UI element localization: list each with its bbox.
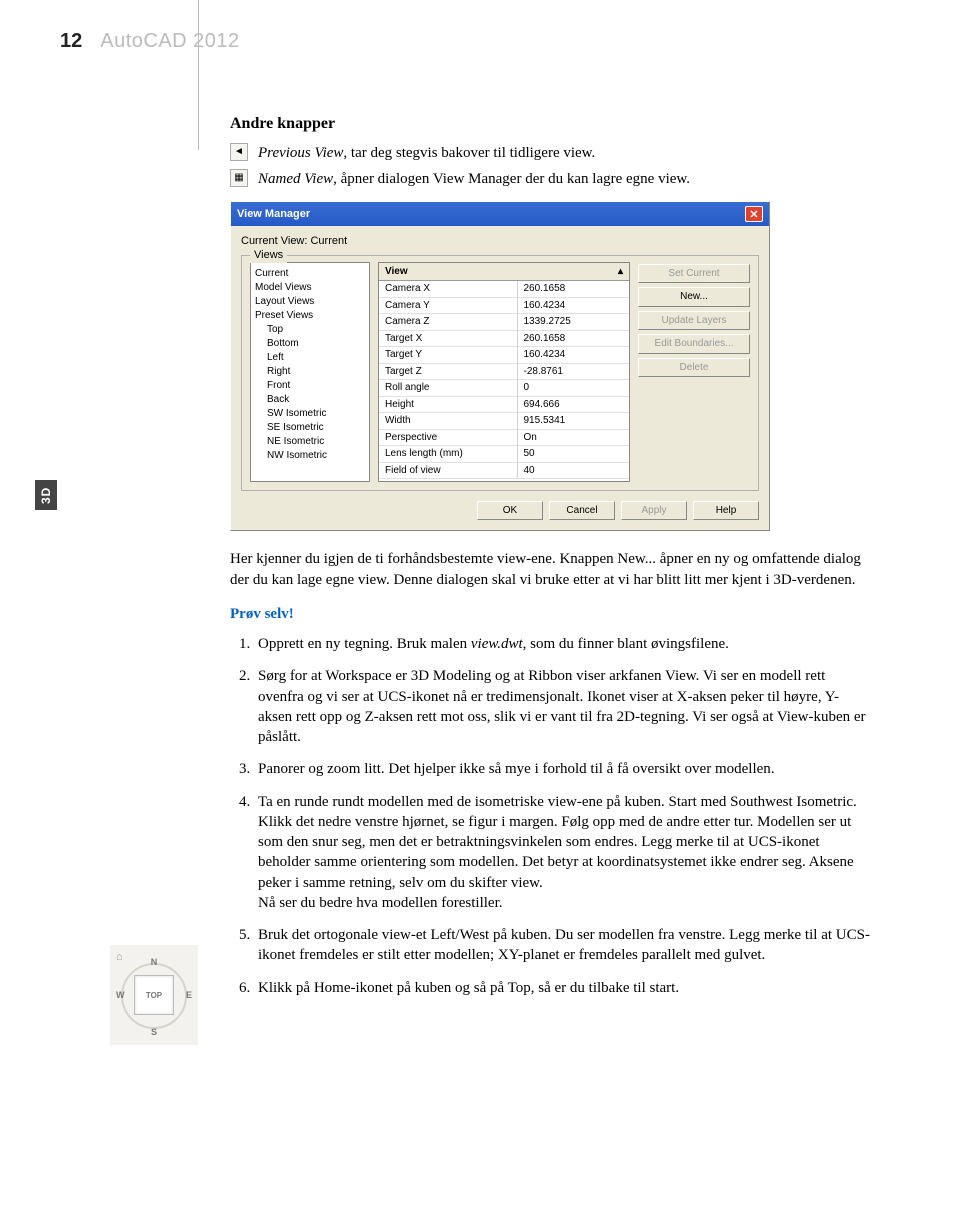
tree-node[interactable]: Model Views bbox=[255, 281, 365, 295]
prop-val: 0 bbox=[517, 380, 630, 396]
prop-val: 160.4234 bbox=[517, 298, 630, 314]
tree-node[interactable]: Layout Views bbox=[255, 295, 365, 309]
compass-e[interactable]: E bbox=[186, 990, 192, 1000]
tree-node[interactable]: Front bbox=[255, 379, 365, 393]
step-6: Klikk på Home-ikonet på kuben og så på T… bbox=[254, 978, 870, 998]
compass-s[interactable]: S bbox=[151, 1027, 157, 1037]
prop-key: Camera Z bbox=[379, 314, 517, 330]
prop-val: 694.666 bbox=[517, 397, 630, 413]
prop-val: -28.8761 bbox=[517, 364, 630, 380]
viewcube-illustration: ⌂ N S W E TOP bbox=[110, 945, 198, 1045]
tree-node[interactable]: Top bbox=[255, 323, 365, 337]
update-layers-button[interactable]: Update Layers bbox=[638, 311, 750, 331]
tree-node[interactable]: Left bbox=[255, 351, 365, 365]
named-view-label: Named View bbox=[258, 171, 333, 187]
new-button[interactable]: New... bbox=[638, 287, 750, 307]
prop-key: Target Z bbox=[379, 364, 517, 380]
compass-w[interactable]: W bbox=[116, 990, 125, 1000]
previous-view-text: , tar deg stegvis bakover til tidligere … bbox=[343, 145, 595, 161]
try-self-heading: Prøv selv! bbox=[230, 604, 870, 624]
home-icon[interactable]: ⌂ bbox=[116, 951, 123, 963]
prop-key: Height bbox=[379, 397, 517, 413]
tree-node[interactable]: Preset Views bbox=[255, 309, 365, 323]
step-3: Panorer og zoom litt. Det hjelper ikke s… bbox=[254, 759, 870, 779]
current-view-label: Current View: Current bbox=[241, 234, 759, 249]
book-title: AutoCAD 2012 bbox=[100, 30, 239, 53]
tree-node[interactable]: SE Isometric bbox=[255, 421, 365, 435]
prop-val: 40 bbox=[517, 463, 630, 479]
views-fieldset: Views Current Model Views Layout Views P… bbox=[241, 255, 759, 491]
steps-list: Opprett en ny tegning. Bruk malen view.d… bbox=[230, 634, 870, 998]
step-5: Bruk det ortogonale view-et Left/West på… bbox=[254, 925, 870, 966]
edit-boundaries-button[interactable]: Edit Boundaries... bbox=[638, 334, 750, 354]
prop-val: 260.1658 bbox=[517, 281, 630, 297]
tree-node[interactable]: SW Isometric bbox=[255, 407, 365, 421]
step-1: Opprett en ny tegning. Bruk malen view.d… bbox=[254, 634, 870, 654]
close-icon[interactable]: ✕ bbox=[745, 206, 763, 222]
tree-node[interactable]: Right bbox=[255, 365, 365, 379]
prop-key: Target X bbox=[379, 331, 517, 347]
prop-key: Camera Y bbox=[379, 298, 517, 314]
cancel-button[interactable]: Cancel bbox=[549, 501, 615, 521]
views-tree[interactable]: Current Model Views Layout Views Preset … bbox=[250, 262, 370, 482]
body-paragraph: Her kjenner du igjen de ti forhåndsbeste… bbox=[230, 549, 870, 590]
page-header: 12 AutoCAD 2012 bbox=[60, 30, 870, 53]
step-1b: , som du finner blant øvingsfilene. bbox=[523, 636, 729, 652]
views-legend: Views bbox=[250, 248, 287, 263]
prop-key: Width bbox=[379, 413, 517, 429]
page-number: 12 bbox=[60, 30, 82, 53]
grid-heading: View bbox=[385, 265, 408, 279]
help-button[interactable]: Help bbox=[693, 501, 759, 521]
section-heading: Andre knapper bbox=[230, 113, 870, 135]
tree-node[interactable]: Back bbox=[255, 393, 365, 407]
step-1-em: view.dwt bbox=[471, 636, 523, 652]
collapse-icon[interactable]: ▴ bbox=[618, 265, 623, 279]
dialog-titlebar: View Manager ✕ bbox=[231, 202, 769, 226]
prop-val: 260.1658 bbox=[517, 331, 630, 347]
named-view-icon: ▦ bbox=[230, 169, 248, 187]
step-4a: Ta en runde rundt modellen med de isomet… bbox=[258, 794, 857, 891]
step-4: Ta en runde rundt modellen med de isomet… bbox=[254, 792, 870, 914]
tree-node[interactable]: Current bbox=[255, 267, 365, 281]
view-manager-dialog: View Manager ✕ Current View: Current Vie… bbox=[230, 201, 770, 531]
named-view-desc: Named View, åpner dialogen View Manager … bbox=[258, 169, 870, 189]
set-current-button[interactable]: Set Current bbox=[638, 264, 750, 284]
prop-val: 915.5341 bbox=[517, 413, 630, 429]
prop-key: Perspective bbox=[379, 430, 517, 446]
previous-view-label: Previous View bbox=[258, 145, 343, 161]
prop-key: Roll angle bbox=[379, 380, 517, 396]
step-1a: Opprett en ny tegning. Bruk malen bbox=[258, 636, 471, 652]
step-4b: Nå ser du bedre hva modellen forestiller… bbox=[258, 895, 503, 911]
delete-button[interactable]: Delete bbox=[638, 358, 750, 378]
compass-ring bbox=[121, 963, 187, 1029]
step-2: Sørg for at Workspace er 3D Modeling og … bbox=[254, 666, 870, 747]
named-view-text: , åpner dialogen View Manager der du kan… bbox=[333, 171, 690, 187]
apply-button[interactable]: Apply bbox=[621, 501, 687, 521]
prop-val: On bbox=[517, 430, 630, 446]
prop-key: Field of view bbox=[379, 463, 517, 479]
dialog-title: View Manager bbox=[237, 207, 310, 222]
prop-key: Target Y bbox=[379, 347, 517, 363]
previous-view-desc: Previous View, tar deg stegvis bakover t… bbox=[258, 143, 870, 163]
previous-view-icon: ◄ bbox=[230, 143, 248, 161]
compass-n[interactable]: N bbox=[151, 957, 158, 967]
vertical-rule bbox=[198, 0, 199, 150]
prop-val: 1339.2725 bbox=[517, 314, 630, 330]
prop-val: 50 bbox=[517, 446, 630, 462]
prop-key: Lens length (mm) bbox=[379, 446, 517, 462]
prop-val: 160.4234 bbox=[517, 347, 630, 363]
view-properties-grid: View▴ Camera X260.1658 Camera Y160.4234 … bbox=[378, 262, 630, 482]
tree-node[interactable]: NW Isometric bbox=[255, 449, 365, 463]
tree-node[interactable]: NE Isometric bbox=[255, 435, 365, 449]
tree-node[interactable]: Bottom bbox=[255, 337, 365, 351]
ok-button[interactable]: OK bbox=[477, 501, 543, 521]
prop-key: Camera X bbox=[379, 281, 517, 297]
chapter-tab-3d: 3D bbox=[35, 480, 57, 510]
